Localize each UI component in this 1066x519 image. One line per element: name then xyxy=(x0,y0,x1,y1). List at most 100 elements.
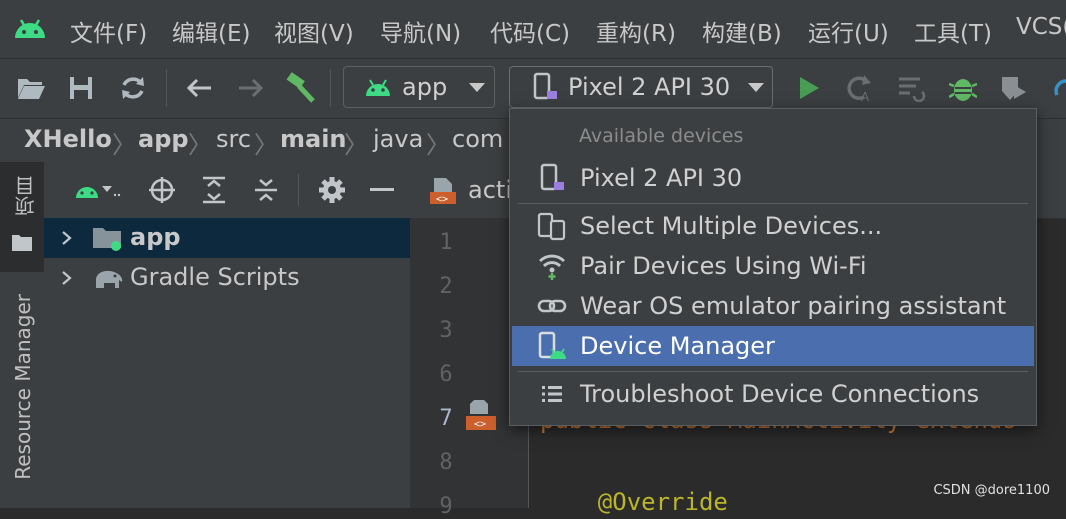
menu-tools[interactable]: 工具(T) xyxy=(914,14,992,48)
chevron-right-icon[interactable] xyxy=(60,230,72,246)
troubleshoot-connections-item[interactable]: Troubleshoot Device Connections xyxy=(512,374,1034,414)
popup-separator xyxy=(518,371,1028,372)
breadcrumb-separator: 〉 xyxy=(188,131,212,159)
link-icon xyxy=(534,288,570,324)
apply-code-changes-icon[interactable] xyxy=(894,71,928,105)
tree-item-label: Gradle Scripts xyxy=(130,263,300,291)
locate-crosshair-icon[interactable] xyxy=(146,174,178,206)
breadcrumb-separator: 〉 xyxy=(254,131,278,159)
menu-edit[interactable]: 编辑(E) xyxy=(172,14,250,48)
tree-item-app[interactable]: app xyxy=(44,218,410,258)
tree-item-label: app xyxy=(130,223,181,251)
android-logo-icon xyxy=(15,19,45,38)
menu-bar: 文件(F) 编辑(E) 视图(V) 导航(N) 代码(C) 重构(R) 构建(B… xyxy=(0,0,1066,58)
open-folder-icon[interactable] xyxy=(14,71,48,105)
project-tab-label: 项目 xyxy=(14,176,38,216)
debug-bug-icon[interactable] xyxy=(946,71,980,105)
resource-manager-tab[interactable]: Resource Manager xyxy=(11,294,35,480)
attach-debugger-icon[interactable] xyxy=(1046,71,1066,105)
breadcrumb-item[interactable]: com xyxy=(452,125,503,153)
menu-refactor[interactable]: 重构(R) xyxy=(596,14,676,48)
module-combo[interactable]: app xyxy=(343,66,495,108)
layout-file-icon: <> xyxy=(430,178,456,205)
device-combo[interactable]: Pixel 2 API 30 xyxy=(509,66,773,108)
svg-text:A: A xyxy=(861,90,870,103)
menu-vcs[interactable]: VCS( xyxy=(1016,14,1066,40)
device-combo-label: Pixel 2 API 30 xyxy=(568,73,731,101)
chevron-down-icon xyxy=(102,186,121,197)
toolbar-separator xyxy=(166,69,167,107)
editor-tab-label: acti xyxy=(468,176,512,204)
chevron-down-icon xyxy=(748,82,765,92)
menu-build[interactable]: 构建(B) xyxy=(702,14,782,48)
menu-file[interactable]: 文件(F) xyxy=(70,14,147,48)
build-hammer-icon[interactable] xyxy=(284,71,318,105)
breadcrumb-item[interactable]: main xyxy=(280,125,347,153)
breadcrumb-separator: 〉 xyxy=(426,131,450,159)
sync-icon[interactable] xyxy=(116,71,150,105)
forward-arrow-icon[interactable] xyxy=(234,71,268,105)
select-multiple-devices-item[interactable]: Select Multiple Devices... xyxy=(512,206,1034,246)
toolbar-separator xyxy=(298,174,299,206)
minimize-icon[interactable] xyxy=(366,174,398,206)
gradle-elephant-icon xyxy=(96,270,123,288)
code-line-9[interactable]: @Override xyxy=(540,488,728,516)
line-number: 7 xyxy=(439,406,453,431)
popup-item-label: Pair Devices Using Wi-Fi xyxy=(580,252,867,280)
layout-gutter-icon[interactable]: <> xyxy=(464,398,498,434)
wear-os-pairing-item[interactable]: Wear OS emulator pairing assistant xyxy=(512,286,1034,326)
breadcrumb-separator: 〉 xyxy=(112,131,136,159)
breadcrumb-item[interactable]: XHello xyxy=(24,125,112,153)
project-panel: app Gradle Scripts xyxy=(44,162,410,508)
line-number: 6 xyxy=(439,362,453,387)
breadcrumb-item[interactable]: java xyxy=(373,125,423,153)
device-item-pixel-2-api-30[interactable]: Pixel 2 API 30 xyxy=(512,158,1034,198)
popup-item-label: Device Manager xyxy=(580,332,775,360)
project-tool-tab[interactable]: 项目 xyxy=(0,162,44,272)
popup-item-label: Select Multiple Devices... xyxy=(580,212,883,240)
left-tool-strip: 项目 Resource Manager xyxy=(0,162,45,508)
menu-code[interactable]: 代码(C) xyxy=(490,14,570,48)
toolbar-separator xyxy=(330,69,331,107)
popup-separator xyxy=(518,203,1028,204)
popup-header: Available devices xyxy=(579,125,744,147)
breadcrumb-item[interactable]: app xyxy=(138,125,189,153)
popup-item-label: Troubleshoot Device Connections xyxy=(580,380,980,408)
popup-item-label: Wear OS emulator pairing assistant xyxy=(580,292,1007,320)
popup-item-label: Pixel 2 API 30 xyxy=(580,164,743,192)
chevron-down-icon xyxy=(469,82,486,92)
phone-device-icon xyxy=(533,72,557,100)
line-number: 8 xyxy=(439,450,453,475)
project-panel-toolbar xyxy=(44,162,410,219)
device-manager-item[interactable]: Device Manager xyxy=(512,326,1034,366)
line-number: 3 xyxy=(439,318,453,343)
profile-icon[interactable] xyxy=(996,71,1030,105)
wifi-icon xyxy=(534,248,570,284)
module-folder-icon xyxy=(93,228,121,251)
menu-run[interactable]: 运行(U) xyxy=(808,14,889,48)
run-icon[interactable] xyxy=(792,71,826,105)
back-arrow-icon[interactable] xyxy=(182,71,216,105)
pair-devices-wifi-item[interactable]: Pair Devices Using Wi-Fi xyxy=(512,246,1034,286)
menu-navigate[interactable]: 导航(N) xyxy=(380,14,461,48)
gear-icon[interactable] xyxy=(316,174,348,206)
android-view-icon xyxy=(76,187,98,198)
save-icon[interactable] xyxy=(64,71,98,105)
breadcrumb-separator: 〉 xyxy=(344,131,368,159)
watermark: CSDN @dore1100 xyxy=(933,483,1050,498)
project-view-selector[interactable] xyxy=(68,174,128,206)
menu-view[interactable]: 视图(V) xyxy=(274,14,354,48)
expand-all-icon[interactable] xyxy=(198,174,230,206)
device-dropdown-popup: Available devices Pixel 2 API 30 Select … xyxy=(509,108,1037,426)
svg-text:<>: <> xyxy=(436,194,448,205)
line-number: 9 xyxy=(439,494,453,519)
chevron-right-icon[interactable] xyxy=(60,270,72,286)
breadcrumb-item[interactable]: src xyxy=(216,125,251,153)
apply-changes-icon[interactable]: A xyxy=(842,71,876,105)
list-icon xyxy=(534,376,570,412)
phone-device-icon xyxy=(534,160,570,196)
tree-item-gradle-scripts[interactable]: Gradle Scripts xyxy=(44,258,410,298)
android-module-icon xyxy=(366,79,390,96)
svg-text:<>: <> xyxy=(474,419,486,430)
collapse-all-icon[interactable] xyxy=(250,174,282,206)
